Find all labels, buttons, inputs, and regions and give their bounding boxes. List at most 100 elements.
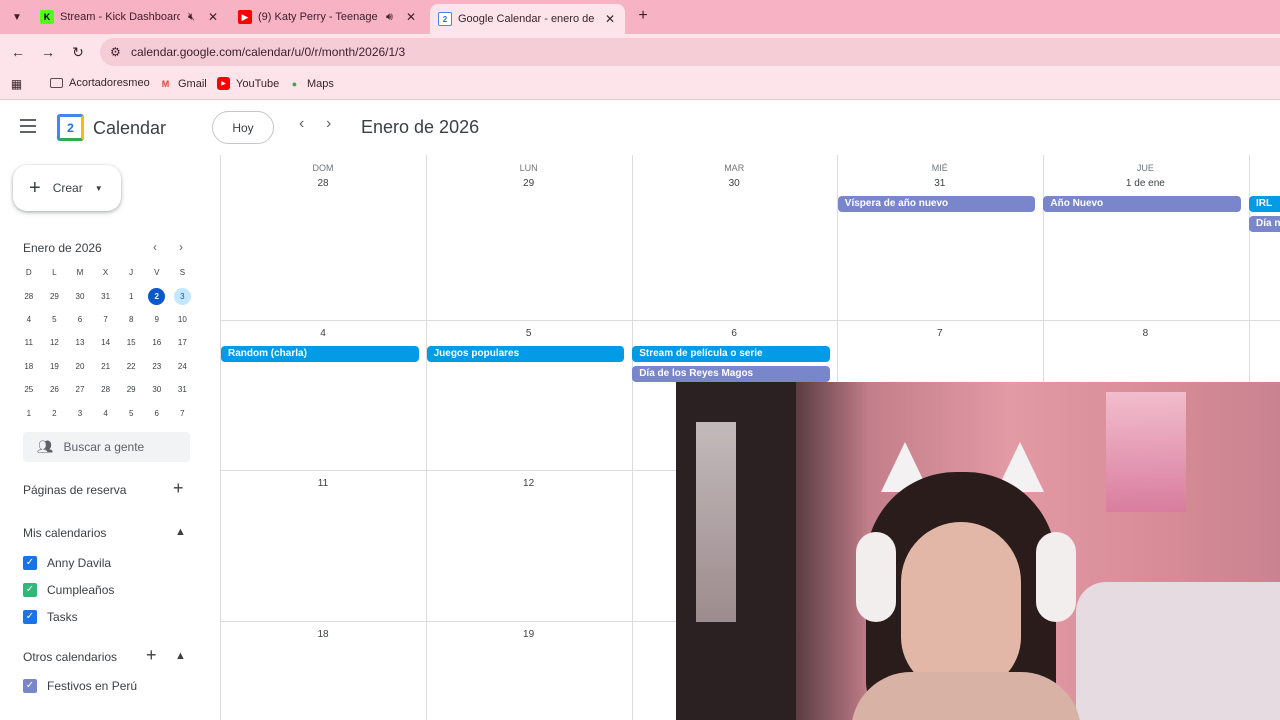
main-menu-icon[interactable] [20, 119, 40, 135]
mini-day[interactable]: 6 [67, 311, 93, 328]
mini-day[interactable]: 1 [118, 288, 144, 305]
day-number[interactable]: 31 [837, 178, 1043, 189]
bookmark-youtube[interactable]: ▶ YouTube [217, 77, 279, 90]
mini-day[interactable]: 3 [170, 287, 196, 305]
mini-day[interactable]: 19 [42, 358, 68, 375]
calendar-item[interactable]: ✓ Festivos en Perú [23, 679, 137, 693]
mini-day[interactable]: 9 [144, 311, 170, 328]
add-booking-page-icon[interactable]: + [173, 478, 184, 499]
calendar-event[interactable]: Víspera de año nuevo [837, 196, 1036, 212]
calendar-event[interactable]: IRL [1249, 196, 1280, 212]
day-number[interactable]: 18 [220, 629, 426, 640]
mini-day[interactable]: 7 [93, 311, 119, 328]
chevron-up-icon[interactable]: ▲ [175, 526, 186, 538]
mini-day[interactable]: 17 [170, 334, 196, 351]
calendar-event[interactable]: Día n [1249, 216, 1280, 232]
mini-day[interactable]: 29 [118, 381, 144, 398]
mini-day[interactable]: 28 [16, 288, 42, 305]
calendar-event[interactable]: Juegos populares [426, 346, 625, 362]
day-number[interactable]: 6 [631, 328, 837, 339]
search-people-input[interactable]: 👥︎ Buscar a gente [23, 432, 190, 462]
address-bar[interactable]: ⚙ calendar.google.com/calendar/u/0/r/mon… [100, 38, 1280, 66]
close-tab-icon[interactable]: ✕ [605, 12, 615, 26]
speaker-icon[interactable]: 🔊︎ [386, 11, 393, 24]
tab-youtube[interactable]: ▶ (9) Katy Perry - Teenage Dre 🔊︎ ✕ [230, 0, 425, 34]
calendar-item[interactable]: ✓ Anny Davila [23, 556, 111, 570]
mini-day[interactable]: 24 [170, 358, 196, 375]
mini-day[interactable]: 13 [67, 334, 93, 351]
mini-day[interactable]: 23 [144, 358, 170, 375]
calendar-item[interactable]: ✓ Cumpleaños [23, 583, 114, 597]
new-tab-button[interactable]: + [633, 6, 653, 26]
day-number[interactable]: 28 [220, 178, 426, 189]
mini-day[interactable]: 5 [118, 405, 144, 422]
day-number[interactable]: 7 [837, 328, 1043, 339]
calendar-event[interactable]: Año Nuevo [1043, 196, 1241, 212]
day-number[interactable]: 19 [426, 629, 632, 640]
mini-day[interactable]: 4 [16, 311, 42, 328]
add-other-calendar-icon[interactable]: + [146, 645, 157, 666]
forward-icon[interactable]: → [38, 42, 58, 62]
mini-day[interactable]: 4 [93, 405, 119, 422]
reload-icon[interactable]: ↻ [68, 42, 88, 62]
mini-day[interactable]: 7 [170, 405, 196, 422]
mini-day[interactable]: 27 [67, 381, 93, 398]
today-button[interactable]: Hoy [212, 111, 274, 144]
mini-day[interactable]: 22 [118, 358, 144, 375]
calendar-event[interactable]: Stream de película o serie [632, 346, 830, 362]
mini-day[interactable]: 30 [67, 288, 93, 305]
mini-day[interactable]: 6 [144, 405, 170, 422]
checkbox-checked-icon[interactable]: ✓ [23, 556, 37, 570]
bookmark-acortadoresmeo[interactable]: Acortadoresmeo [50, 77, 150, 89]
mini-day[interactable]: 28 [93, 381, 119, 398]
tab-search-icon[interactable]: ▼ [6, 6, 28, 28]
close-tab-icon[interactable]: ✕ [208, 10, 218, 24]
day-number[interactable]: 11 [220, 478, 426, 489]
mini-next-icon[interactable]: › [179, 240, 183, 254]
checkbox-checked-icon[interactable]: ✓ [23, 583, 37, 597]
checkbox-checked-icon[interactable]: ✓ [23, 679, 37, 693]
mini-day[interactable]: 30 [144, 381, 170, 398]
mini-day[interactable]: 11 [16, 334, 42, 351]
back-icon[interactable]: ← [8, 42, 28, 62]
previous-month-icon[interactable]: ‹ [299, 115, 304, 133]
bookmark-maps[interactable]: ● Maps [288, 77, 334, 90]
bookmark-gmail[interactable]: M Gmail [159, 77, 207, 90]
day-number[interactable]: 29 [426, 178, 632, 189]
create-button[interactable]: + Crear ▼ [13, 165, 121, 211]
apps-icon[interactable]: ▦ [10, 77, 29, 91]
mini-day[interactable]: 29 [42, 288, 68, 305]
close-tab-icon[interactable]: ✕ [406, 10, 416, 24]
mini-day[interactable]: 21 [93, 358, 119, 375]
calendar-event[interactable]: Día de los Reyes Magos [632, 366, 830, 382]
muted-speaker-icon[interactable]: 🔇︎ [188, 11, 195, 24]
mini-day[interactable]: 18 [16, 358, 42, 375]
mini-day[interactable]: 15 [118, 334, 144, 351]
chevron-up-icon[interactable]: ▲ [175, 650, 186, 662]
site-info-icon[interactable]: ⚙ [110, 45, 121, 59]
mini-day[interactable]: 31 [93, 288, 119, 305]
mini-day[interactable]: 3 [67, 405, 93, 422]
calendar-event[interactable]: Random (charla) [221, 346, 419, 362]
mini-day[interactable]: 12 [42, 334, 68, 351]
day-number[interactable]: 1 de ene [1042, 178, 1248, 189]
day-number[interactable]: 8 [1042, 328, 1248, 339]
day-number[interactable]: 12 [426, 478, 632, 489]
mini-day[interactable]: 1 [16, 405, 42, 422]
mini-day[interactable]: 16 [144, 334, 170, 351]
checkbox-checked-icon[interactable]: ✓ [23, 610, 37, 624]
day-number[interactable]: 5 [426, 328, 632, 339]
day-number[interactable]: 4 [220, 328, 426, 339]
calendar-item[interactable]: ✓ Tasks [23, 610, 78, 624]
mini-day[interactable]: 31 [170, 381, 196, 398]
other-calendars-title[interactable]: Otros calendarios [23, 650, 117, 664]
mini-day[interactable]: 8 [118, 311, 144, 328]
mini-day[interactable]: 14 [93, 334, 119, 351]
mini-day[interactable]: 2 [42, 405, 68, 422]
mini-day[interactable]: 20 [67, 358, 93, 375]
mini-day[interactable]: 25 [16, 381, 42, 398]
my-calendars-title[interactable]: Mis calendarios [23, 526, 106, 540]
next-month-icon[interactable]: › [326, 115, 331, 133]
mini-day[interactable]: 26 [42, 381, 68, 398]
mini-day[interactable]: 2 [144, 287, 170, 305]
